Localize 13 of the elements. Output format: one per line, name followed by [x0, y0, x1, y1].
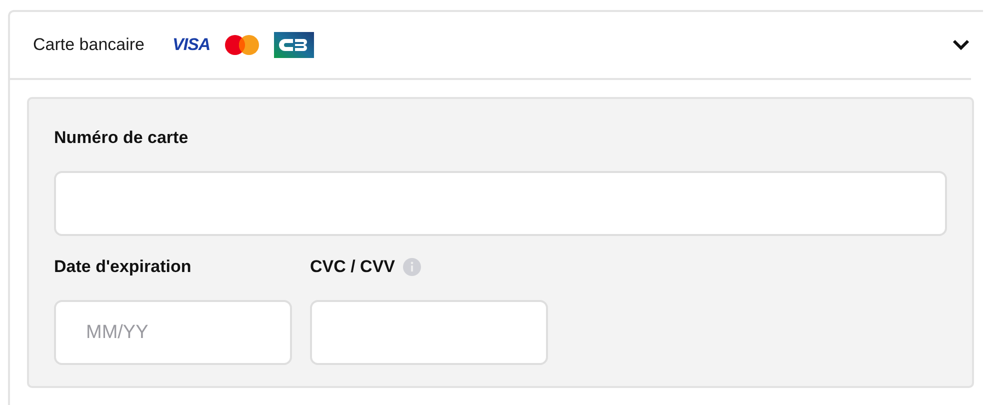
input-field[interactable]: [54, 171, 947, 236]
input-field[interactable]: MM/YY: [54, 300, 292, 365]
visa-logo: VISA: [172, 35, 210, 55]
chevron-icon[interactable]: [951, 38, 971, 52]
info-icon[interactable]: [403, 258, 422, 276]
mastercard-logo: [224, 34, 260, 56]
method-title: Carte bancaire: [33, 35, 145, 55]
cb-logo: [274, 32, 314, 58]
field-label: CVC / CVV: [310, 257, 396, 277]
accordion-header[interactable]: Carte bancaire VISA: [10, 12, 971, 80]
input-field[interactable]: [310, 300, 548, 365]
field-label: Numéro de carte: [54, 128, 188, 148]
field-label: Date d'expiration: [54, 257, 192, 277]
